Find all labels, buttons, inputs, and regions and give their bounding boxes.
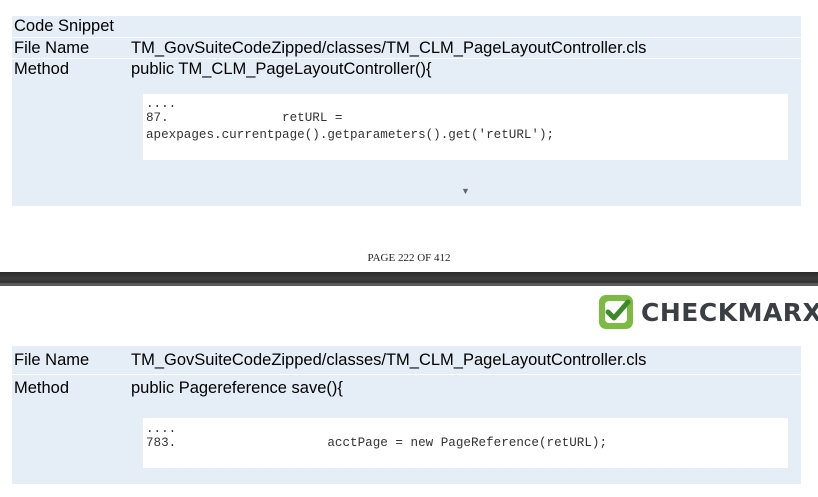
code-block: .... 783. acctPage = new PageReference(r… xyxy=(143,418,788,468)
file-name-label: File Name xyxy=(14,39,90,57)
page-number: PAGE 222 OF 412 xyxy=(367,252,451,264)
code-snippet-panel-2: File Name TM_GovSuiteCodeZipped/classes/… xyxy=(12,346,801,484)
file-name-value: TM_GovSuiteCodeZipped/classes/TM_CLM_Pag… xyxy=(131,351,647,369)
checkmarx-logo: CHECKMARX xyxy=(598,292,818,332)
code-block: .... 87. retURL = apexpages.currentpage(… xyxy=(143,94,788,160)
code-snippet-panel: Code Snippet File Name TM_GovSuiteCodeZi… xyxy=(12,16,801,206)
file-name-row: File Name TM_GovSuiteCodeZipped/classes/… xyxy=(12,37,801,59)
page-divider xyxy=(0,272,818,286)
method-label: Method xyxy=(14,60,70,78)
method-row: Method public Pagereference save(){ xyxy=(12,374,801,401)
code-line: 87. retURL = xyxy=(146,111,343,125)
logo-wordmark: CHECKMARX xyxy=(641,297,818,327)
code-snippet-heading: Code Snippet xyxy=(14,17,114,35)
method-row: Method public TM_CLM_PageLayoutControlle… xyxy=(12,58,801,80)
method-value: public Pagereference save(){ xyxy=(131,379,343,397)
code-line: 783. acctPage = new PageReference(retURL… xyxy=(146,436,608,450)
file-name-row: File Name TM_GovSuiteCodeZipped/classes/… xyxy=(12,347,801,373)
method-label: Method xyxy=(14,379,70,397)
file-name-label: File Name xyxy=(14,351,90,369)
triangle-down-icon[interactable]: ▼ xyxy=(461,186,470,196)
file-name-value: TM_GovSuiteCodeZipped/classes/TM_CLM_Pag… xyxy=(131,39,647,57)
code-line: .... xyxy=(146,97,177,111)
checkmark-badge-icon xyxy=(599,295,633,329)
code-snippet-heading-row: Code Snippet xyxy=(12,16,801,37)
code-line: .... xyxy=(146,422,177,436)
code-line: apexpages.currentpage().getparameters().… xyxy=(146,128,555,142)
method-value: public TM_CLM_PageLayoutController(){ xyxy=(131,60,432,78)
